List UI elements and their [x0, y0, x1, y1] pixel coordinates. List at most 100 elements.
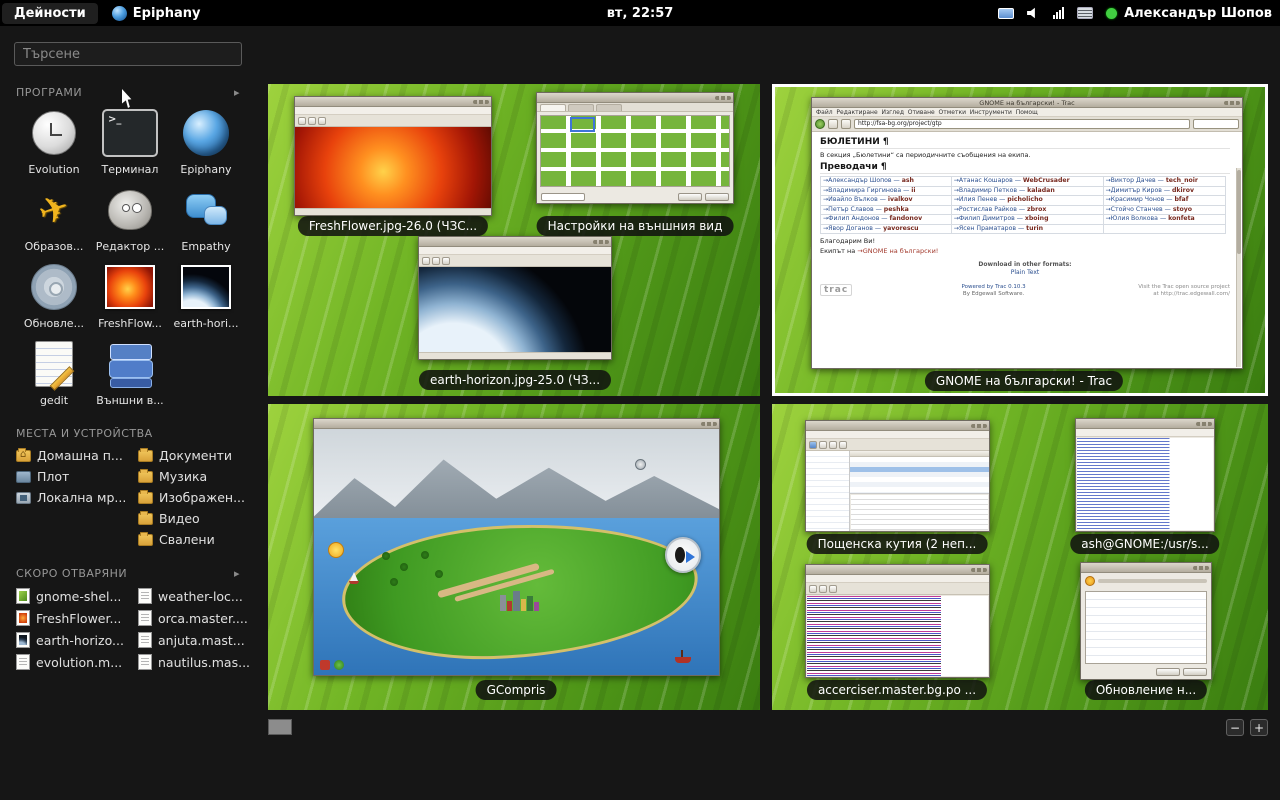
- app-image-editor[interactable]: Редактор ...: [92, 182, 168, 253]
- display-icon[interactable]: [998, 8, 1014, 19]
- workspace-4[interactable]: Пощенска кутия (2 неп... ash@GNOME:/usr/…: [772, 404, 1268, 710]
- app-label: gedit: [16, 394, 92, 407]
- browser-search-box[interactable]: [1193, 119, 1239, 129]
- place-network[interactable]: Локална мр...: [16, 490, 122, 505]
- powered-by-link[interactable]: Powered by Trac 0.10.3: [962, 284, 1026, 290]
- selected-wallpaper-outline: [570, 117, 595, 132]
- back-button-icon[interactable]: [815, 119, 825, 129]
- home-folder-icon: [16, 450, 31, 462]
- translators-table: →Александър Шопов — ash →Атанас Кошаров …: [820, 176, 1226, 234]
- plain-text-link[interactable]: Plain Text: [820, 269, 1230, 276]
- window-label: ash@GNOME:/usr/s...: [1070, 534, 1219, 554]
- reload-button-icon[interactable]: [841, 119, 851, 129]
- recent-evolution-file[interactable]: evolution.m...: [16, 654, 122, 670]
- translator-cell: →Виктор Дачев — tech_noir: [1103, 177, 1225, 187]
- place-music[interactable]: Музика: [138, 469, 244, 484]
- satellite-dish-icon: [635, 459, 646, 470]
- place-documents[interactable]: Документи: [138, 448, 244, 463]
- window-browser-trac[interactable]: GNOME на български! - Trac Файл Редактир…: [811, 97, 1243, 369]
- po-editor-text: [807, 596, 988, 676]
- window-terminal[interactable]: [1075, 418, 1215, 532]
- activities-button[interactable]: Дейности: [2, 3, 98, 24]
- gnome-bg-link[interactable]: →GNOME на български!: [857, 247, 938, 255]
- app-menu[interactable]: Epiphany: [112, 6, 201, 21]
- add-workspace-button[interactable]: +: [1250, 719, 1268, 736]
- user-menu[interactable]: Александър Шопов: [1106, 6, 1272, 21]
- recent-orca[interactable]: orca.master....: [138, 610, 244, 626]
- app-freshflower[interactable]: FreshFlow...: [92, 259, 168, 330]
- place-downloads[interactable]: Свалени: [138, 532, 244, 547]
- app-earth-horizon[interactable]: earth-hori...: [168, 259, 244, 330]
- translator-cell: →Явор Доганов — yavorescu: [821, 224, 952, 234]
- window-evolution-mail[interactable]: [805, 420, 990, 532]
- window-label: GNOME на български! - Trac: [925, 371, 1123, 391]
- app-gcompris[interactable]: Образов...: [16, 182, 92, 253]
- place-home[interactable]: Домашна п...: [16, 448, 122, 463]
- window-freshflower[interactable]: [294, 96, 492, 216]
- network-signal-icon[interactable]: [1053, 7, 1064, 19]
- url-bar[interactable]: http://fsa-bg.org/project/gtp: [854, 119, 1190, 129]
- empathy-chat-icon: [178, 182, 234, 238]
- tool-button-icon: [298, 117, 306, 125]
- places-section-header: МЕСТА И УСТРОЙСТВА: [16, 427, 240, 440]
- tree-shape: [421, 551, 429, 559]
- volume-icon[interactable]: [1027, 7, 1040, 19]
- clock[interactable]: вт, 22:57: [607, 6, 674, 21]
- workspace-thumb-chip[interactable]: [268, 719, 292, 735]
- window-buttons-icon: [1193, 566, 1209, 570]
- tool-button-icon: [422, 257, 430, 265]
- translators-heading: Преводачи ¶: [820, 162, 1230, 174]
- epiphany-icon: [178, 105, 234, 161]
- app-label: earth-hori...: [168, 317, 244, 330]
- app-external-drives[interactable]: Външни в...: [92, 336, 168, 407]
- workspace-1[interactable]: FreshFlower.jpg-26.0 (ЧЗС... Настройки н…: [268, 84, 760, 396]
- window-gcompris[interactable]: [313, 418, 720, 676]
- recent-weather-loc[interactable]: weather-loc...: [138, 588, 244, 604]
- tux-badge-icon[interactable]: [665, 537, 701, 573]
- message-list: [850, 457, 989, 494]
- recent-earth-horizon[interactable]: earth-horizo...: [16, 632, 122, 648]
- place-label: Домашна п...: [37, 448, 123, 463]
- browser-menubar[interactable]: Файл Редактиране Изглед Отиване Отметки …: [812, 108, 1242, 117]
- place-desktop[interactable]: Плот: [16, 469, 122, 484]
- remove-workspace-button[interactable]: −: [1226, 719, 1244, 736]
- app-evolution[interactable]: Evolution: [16, 105, 92, 176]
- app-label: FreshFlow...: [92, 317, 168, 330]
- recent-gnome-shell[interactable]: gnome-shel...: [16, 588, 122, 604]
- search-input[interactable]: [14, 42, 242, 66]
- workspace-3[interactable]: GCompris: [268, 404, 760, 710]
- recent-nautilus[interactable]: nautilus.mas...: [138, 654, 244, 670]
- places-section-label: МЕСТА И УСТРОЙСТВА: [16, 427, 153, 440]
- app-empathy[interactable]: Empathy: [168, 182, 244, 253]
- window-accerciser-po[interactable]: [805, 564, 990, 678]
- corner-icon: [334, 660, 344, 670]
- keyboard-indicator-icon[interactable]: [1077, 7, 1093, 19]
- scrollbar[interactable]: [1236, 168, 1241, 367]
- workspace-2[interactable]: GNOME на български! - Trac Файл Редактир…: [772, 84, 1268, 396]
- evolution-icon: [26, 105, 82, 161]
- recent-expand-icon[interactable]: ▸: [234, 567, 240, 580]
- translator-cell: →Владимир Петков — kaladan: [951, 186, 1103, 196]
- recent-anjuta[interactable]: anjuta.mast...: [138, 632, 244, 648]
- recent-freshflower[interactable]: FreshFlower...: [16, 610, 122, 626]
- window-appearance[interactable]: [536, 92, 734, 204]
- gcompris-corner-icons[interactable]: [320, 660, 344, 670]
- place-pictures[interactable]: Изображен...: [138, 490, 244, 505]
- window-buttons-icon: [971, 424, 987, 428]
- scrollbar-thumb[interactable]: [1237, 170, 1241, 254]
- window-earth-horizon[interactable]: [418, 236, 612, 360]
- forward-button-icon[interactable]: [828, 119, 838, 129]
- translator-cell: →Димитър Киров — dkirov: [1103, 186, 1225, 196]
- text-file-icon: [138, 588, 152, 604]
- place-videos[interactable]: Видео: [138, 511, 244, 526]
- app-gedit[interactable]: gedit: [16, 336, 92, 407]
- building-shape: [521, 599, 526, 611]
- app-update[interactable]: Обновле...: [16, 259, 92, 330]
- programs-expand-icon[interactable]: ▸: [234, 86, 240, 99]
- window-update-manager[interactable]: [1080, 562, 1212, 680]
- app-terminal[interactable]: Терминал: [92, 105, 168, 176]
- app-epiphany[interactable]: Epiphany: [168, 105, 244, 176]
- tree-shape: [390, 578, 398, 586]
- building-shape: [513, 591, 520, 611]
- update-header: [1081, 573, 1211, 589]
